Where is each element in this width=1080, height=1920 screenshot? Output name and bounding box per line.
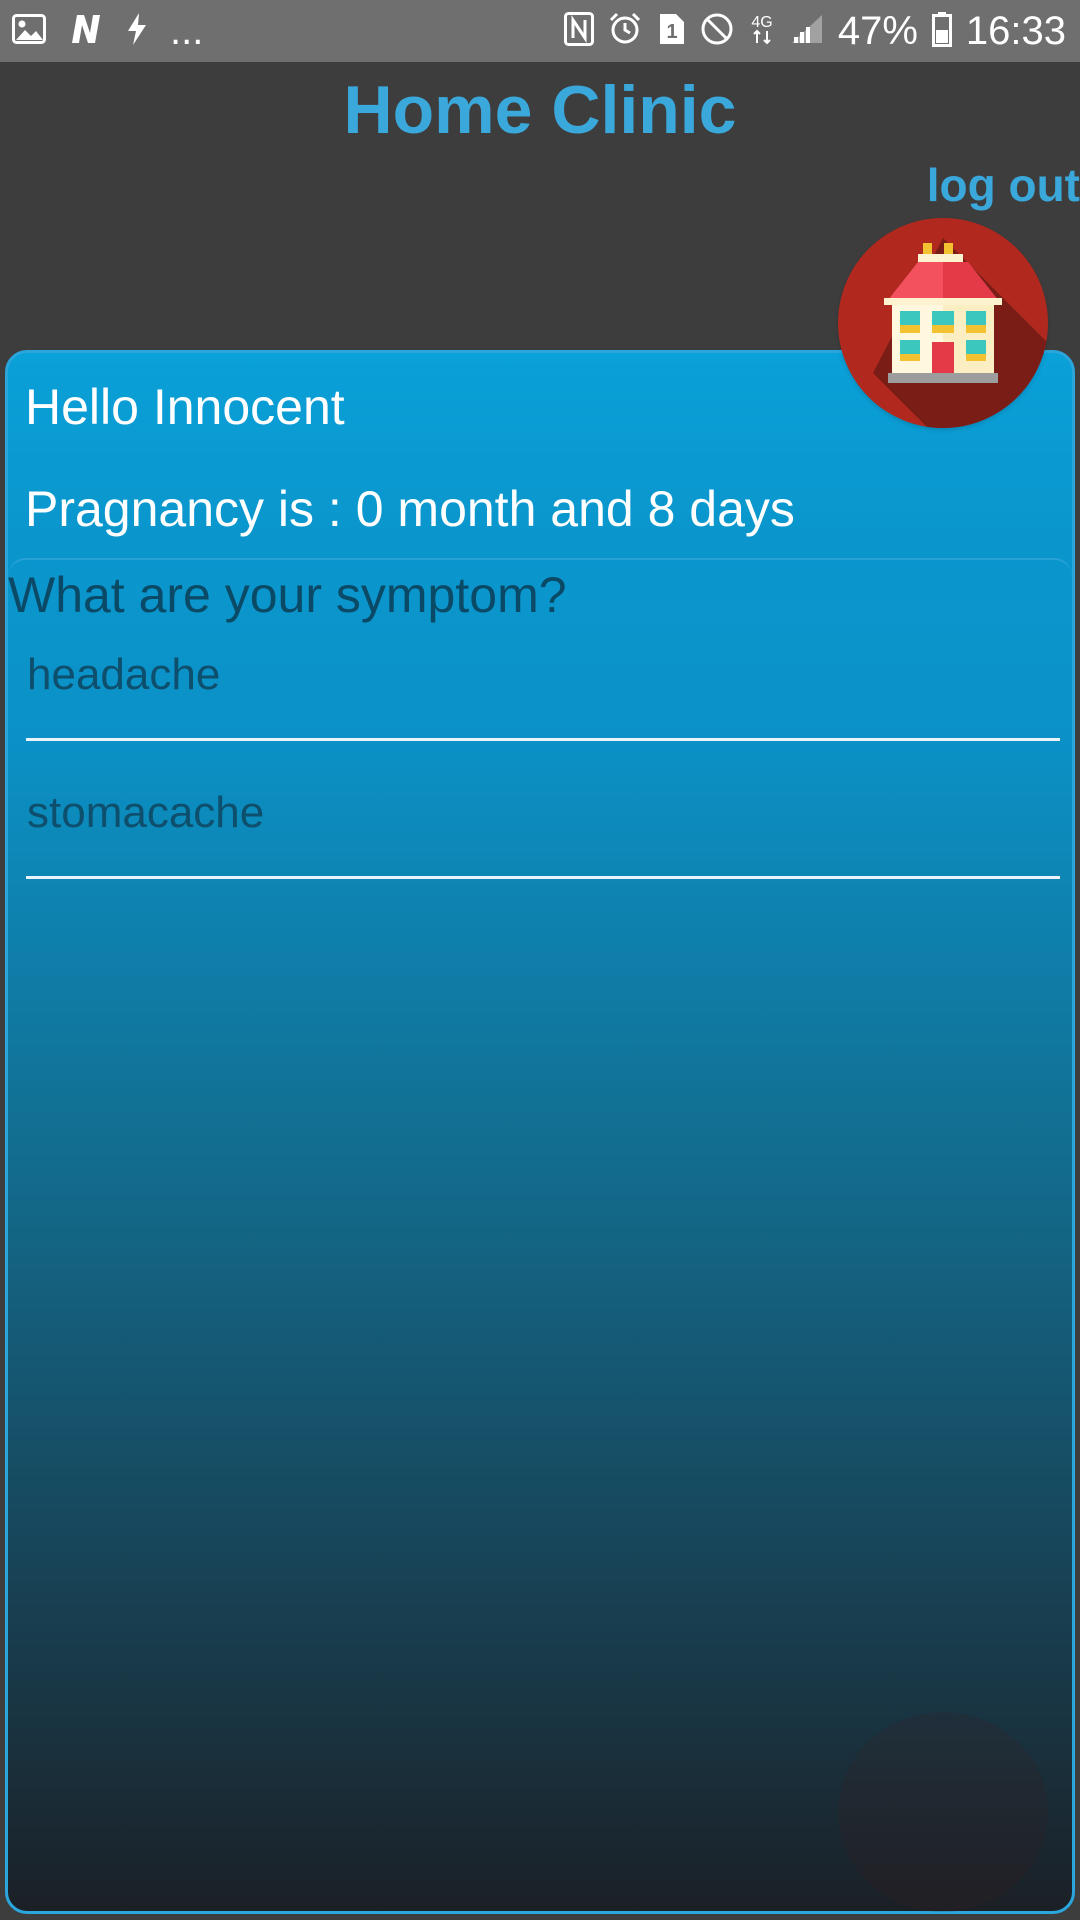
- svg-text:4G: 4G: [751, 14, 772, 31]
- symptom-item-stomacache[interactable]: stomacache: [26, 779, 1060, 879]
- battery-icon: [931, 11, 952, 51]
- flash-icon: [126, 12, 148, 50]
- logout-link[interactable]: log out: [927, 157, 1080, 213]
- do-not-disturb-icon: [700, 12, 734, 50]
- alarm-icon: [608, 12, 642, 50]
- sim-1-icon: 1: [656, 12, 686, 50]
- nfc-icon: [563, 12, 594, 50]
- status-bar-notifications: ...: [12, 10, 203, 52]
- symptom-item-headache[interactable]: headache: [26, 641, 1060, 741]
- svg-text:1: 1: [666, 21, 677, 43]
- app-title: Home Clinic: [343, 72, 737, 148]
- symptom-question: What are your symptom?: [8, 567, 567, 623]
- notification-overflow: ...: [170, 9, 204, 53]
- clock: 16:33: [965, 9, 1066, 53]
- main-card: Hello Innocent Pragnancy is : 0 month an…: [5, 350, 1075, 1914]
- image-icon: [12, 14, 46, 48]
- status-bar-system: 1 4G 47% 16:33: [563, 9, 1066, 53]
- floating-action-button[interactable]: [838, 1712, 1048, 1912]
- battery-percent: 47%: [837, 9, 918, 53]
- symptom-item-label: headache: [27, 650, 221, 699]
- symptom-item-label: stomacache: [27, 788, 265, 837]
- signal-icon: [790, 13, 824, 49]
- greeting-text: Hello Innocent: [25, 379, 345, 435]
- network-4g-icon: 4G: [748, 11, 776, 51]
- status-bar: ... 1 4G 47% 16:33: [0, 0, 1080, 62]
- symptom-panel: What are your symptom? headache stomacac…: [8, 558, 1072, 1911]
- pregnancy-status: Pragnancy is : 0 month and 8 days: [25, 481, 795, 537]
- clinic-building-icon: [838, 218, 1048, 428]
- n-app-icon: [68, 13, 104, 49]
